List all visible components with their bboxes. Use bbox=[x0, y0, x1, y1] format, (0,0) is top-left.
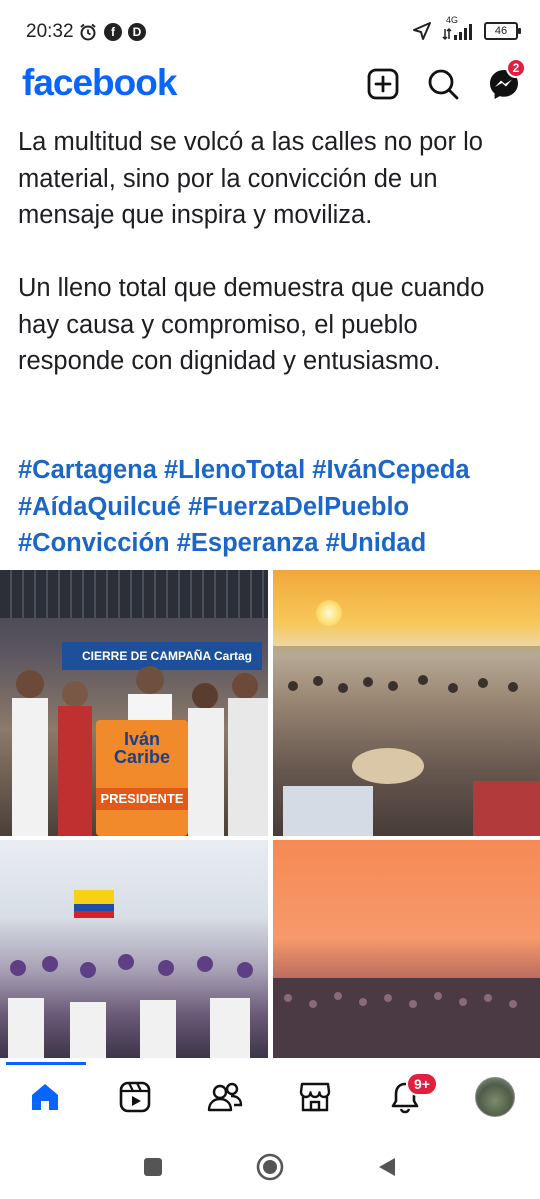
home-icon bbox=[32, 1084, 58, 1110]
system-home-icon bbox=[256, 1153, 284, 1181]
alarm-icon bbox=[80, 23, 96, 41]
marketplace-icon bbox=[299, 1082, 331, 1112]
tab-home[interactable] bbox=[18, 1072, 72, 1122]
hashtag-link[interactable]: #AídaQuilcué bbox=[18, 493, 181, 521]
sun bbox=[316, 600, 342, 626]
create-icon bbox=[367, 68, 399, 100]
tab-friends[interactable] bbox=[198, 1072, 252, 1122]
location-arrow-icon bbox=[413, 22, 431, 40]
search-button[interactable] bbox=[423, 64, 463, 104]
home-nav-button[interactable] bbox=[255, 1152, 285, 1182]
battery-icon: 46 bbox=[484, 22, 521, 40]
podium-text-2: Caribe bbox=[113, 747, 171, 767]
app-header: facebook 2 bbox=[0, 58, 540, 110]
tab-profile[interactable] bbox=[468, 1072, 522, 1122]
post-photo-grid: CIERRE DE CAMPAÑA Cartag Iván Caribe PRE… bbox=[0, 570, 540, 1058]
friends-icon bbox=[207, 1082, 243, 1112]
hashtag-link[interactable]: #Convicción bbox=[18, 529, 170, 557]
hashtag-link[interactable]: #LlenoTotal bbox=[164, 456, 305, 484]
notifications-badge: 9+ bbox=[406, 1072, 438, 1096]
messenger-badge: 2 bbox=[506, 58, 526, 78]
hashtag-link[interactable]: #Cartagena bbox=[18, 456, 157, 484]
status-icons-left: f D bbox=[78, 22, 146, 42]
stage-truss bbox=[0, 570, 268, 618]
crowd bbox=[273, 978, 540, 1058]
crowd bbox=[8, 954, 253, 1058]
post-text: La multitud se volcó a las calles no por… bbox=[18, 124, 528, 380]
recents-button[interactable] bbox=[138, 1152, 168, 1182]
post-photo-sunset-crowd[interactable] bbox=[273, 570, 540, 836]
profile-avatar bbox=[475, 1077, 515, 1117]
back-icon bbox=[379, 1158, 395, 1176]
post-hashtags: #Cartagena #LlenoTotal #IvánCepeda #Aída… bbox=[18, 452, 533, 562]
tab-video[interactable] bbox=[108, 1072, 162, 1122]
podium-text-1: Iván bbox=[123, 729, 161, 749]
facebook-notification-icon: f bbox=[104, 23, 122, 41]
search-icon bbox=[428, 69, 459, 100]
post-photo-orange-sky-crowd[interactable] bbox=[273, 840, 540, 1058]
hashtag-link[interactable]: #Esperanza bbox=[177, 529, 319, 557]
status-bar: 20:32 f D 4G 46 bbox=[0, 0, 540, 62]
hashtag-link[interactable]: #Unidad bbox=[326, 529, 427, 557]
messenger-button[interactable]: 2 bbox=[484, 58, 526, 104]
network-label: 4G bbox=[446, 15, 459, 25]
tab-marketplace[interactable] bbox=[288, 1072, 342, 1122]
hashtag-link[interactable]: #FuerzaDelPueblo bbox=[188, 493, 409, 521]
tab-notifications[interactable]: 9+ bbox=[378, 1072, 438, 1122]
create-button[interactable] bbox=[363, 64, 403, 104]
active-tab-indicator bbox=[6, 1062, 86, 1065]
crowd bbox=[273, 646, 540, 836]
battery-level: 46 bbox=[494, 25, 508, 37]
back-button[interactable] bbox=[372, 1152, 402, 1182]
podium-text-3: PRESIDENTE bbox=[96, 788, 188, 810]
colombia-flag bbox=[74, 890, 114, 918]
status-icons-right: 4G 46 bbox=[412, 15, 521, 41]
post-paragraph-2: Un lleno total que demuestra que cuando … bbox=[18, 274, 485, 375]
status-time: 20:32 bbox=[26, 21, 74, 42]
signal-icon: 4G bbox=[442, 15, 474, 41]
post-photo-stage[interactable]: CIERRE DE CAMPAÑA Cartag Iván Caribe PRE… bbox=[0, 570, 268, 836]
facebook-logo[interactable]: facebook bbox=[22, 62, 177, 104]
post-photo-flags-crowd[interactable] bbox=[0, 840, 268, 1058]
recents-icon bbox=[144, 1158, 162, 1176]
app-notification-icon: D bbox=[128, 23, 146, 41]
hashtag-link[interactable]: #IvánCepeda bbox=[312, 456, 469, 484]
post-paragraph-1: La multitud se volcó a las calles no por… bbox=[18, 128, 483, 229]
video-icon bbox=[119, 1081, 151, 1113]
campaign-podium: Iván Caribe PRESIDENTE bbox=[96, 720, 188, 836]
system-navigation-bar bbox=[0, 1130, 540, 1199]
bottom-nav: 9+ bbox=[0, 1062, 540, 1130]
